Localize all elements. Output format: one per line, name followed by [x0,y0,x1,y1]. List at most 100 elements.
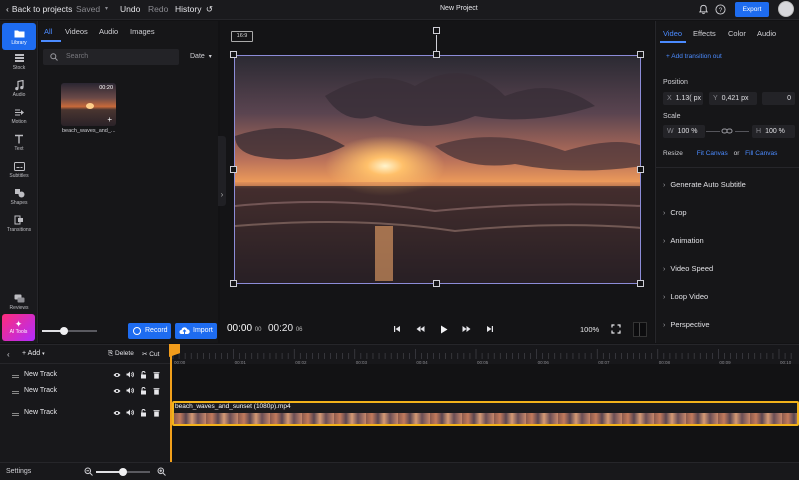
trash-icon[interactable] [152,370,160,379]
rail-item-audio[interactable]: Audio [2,79,36,98]
volume-icon[interactable] [126,386,134,395]
history-button[interactable]: History ↺ [175,4,213,15]
lock-icon[interactable] [139,370,147,379]
rail-item-transitions[interactable]: Transitions [2,214,36,233]
tab-audio[interactable]: Audio [99,27,118,36]
trash-icon[interactable] [152,386,160,395]
user-avatar[interactable] [778,1,794,17]
fill-canvas-link[interactable]: Fill Canvas [745,150,777,157]
collapse-tracks-icon[interactable]: ‹ [7,350,10,359]
resize-handle-top[interactable] [433,51,440,58]
fit-canvas-link[interactable]: Fit Canvas [697,150,728,157]
play-icon[interactable] [440,325,448,334]
section-generate-auto-subtitle[interactable]: › Generate Auto Subtitle [663,180,746,189]
video-clip[interactable]: beach_waves_and_sunset (1080p).mp4 [172,401,799,426]
timeline-zoom-slider[interactable] [96,468,150,476]
rail-item-subtitles[interactable]: Subtitles [2,160,36,179]
tab-images[interactable]: Images [130,27,155,36]
lock-icon[interactable] [139,386,147,395]
drag-handle-icon[interactable] [12,413,19,416]
saved-dropdown-icon[interactable]: ▾ [105,5,108,12]
search-input[interactable]: Search [43,49,179,65]
rewind-icon[interactable] [416,325,425,333]
collapse-panel-handle[interactable]: › [218,136,226,206]
layout-toggle-icon[interactable] [633,322,647,337]
redo-button[interactable]: Redo [148,4,168,14]
media-thumbnail[interactable]: 00:20 + [61,83,116,126]
position-x-field[interactable]: X 1.13( px [663,92,703,105]
delete-button[interactable]: ⎘ Delete [108,350,134,358]
sort-dropdown[interactable]: Date ▾ [190,53,212,60]
link-aspect-icon[interactable] [721,126,733,136]
back-to-projects-button[interactable]: ‹ Back to projects [6,4,72,14]
resize-handle-top-left[interactable] [230,51,237,58]
video-canvas[interactable] [234,55,641,284]
rail-item-shapes[interactable]: Shapes [2,187,36,206]
add-to-timeline-icon[interactable]: + [107,115,112,124]
slider-knob[interactable] [119,468,127,476]
eye-icon[interactable] [113,386,121,395]
resize-handle-right[interactable] [637,166,644,173]
fullscreen-icon[interactable] [611,324,621,334]
volume-icon[interactable] [126,408,134,417]
add-transition-link[interactable]: + Add transition out [666,53,722,60]
track-header[interactable]: New Track [0,369,170,383]
position-y-field[interactable]: Y 0,421 px [709,92,757,105]
fast-forward-icon[interactable] [462,325,471,333]
tab-video[interactable]: Video [663,29,682,38]
slider-knob[interactable] [60,327,68,335]
aspect-ratio-button[interactable]: 16:9 [231,31,253,42]
scale-height-field[interactable]: H 100 % [752,125,795,138]
rail-item-reviews[interactable]: Reviews [2,292,36,311]
resize-handle-top-right[interactable] [637,51,644,58]
section-video-speed[interactable]: › Video Speed [663,264,713,273]
record-button[interactable]: Record [128,323,171,339]
zoom-out-icon[interactable] [84,467,93,476]
tab-videos[interactable]: Videos [65,27,88,36]
section-loop-video[interactable]: › Loop Video [663,292,708,301]
help-icon[interactable]: ? [715,4,726,15]
export-button[interactable]: Export [735,2,769,17]
undo-button[interactable]: Undo [120,4,140,14]
import-button[interactable]: Import [175,323,217,339]
scale-width-field[interactable]: W 100 % [663,125,705,138]
track-header[interactable]: New Track [0,407,170,421]
tab-audio[interactable]: Audio [757,29,776,38]
add-track-button[interactable]: + Add ▾ [22,350,45,357]
rail-item-stock[interactable]: Stock [2,52,36,71]
preview-zoom-level[interactable]: 100% [580,325,599,334]
tab-all[interactable]: All [44,27,52,36]
resize-handle-left[interactable] [230,166,237,173]
drag-handle-icon[interactable] [12,375,19,378]
track-header[interactable]: New Track [0,385,170,399]
timeline-ruler[interactable]: 00:00 00:01 00:02 00:03 00:04 00:05 00:06 00:07… [171,344,799,365]
resize-handle-bottom[interactable] [433,280,440,287]
rail-item-text[interactable]: Text [2,133,36,152]
volume-icon[interactable] [126,370,134,379]
drag-handle-icon[interactable] [12,391,19,394]
zoom-in-icon[interactable] [157,467,166,476]
rail-item-library[interactable]: Library [2,23,36,50]
tab-effects[interactable]: Effects [693,29,716,38]
playhead[interactable] [170,344,172,480]
notifications-bell-icon[interactable] [698,4,709,15]
cut-button[interactable]: ✂ Cut [142,350,159,358]
section-animation[interactable]: › Animation [663,236,704,245]
section-crop[interactable]: › Crop [663,208,687,217]
resize-handle-bottom-right[interactable] [637,280,644,287]
resize-handle-bottom-left[interactable] [230,280,237,287]
settings-button[interactable]: Settings [6,468,31,475]
ai-tools-button[interactable]: ✦ AI Tools [2,314,35,341]
lock-icon[interactable] [139,408,147,417]
section-perspective[interactable]: › Perspective [663,320,710,329]
rail-item-motion[interactable]: Motion [2,106,36,125]
skip-to-end-icon[interactable] [486,325,494,333]
eye-icon[interactable] [113,370,121,379]
eye-icon[interactable] [113,408,121,417]
rotation-field[interactable]: 0 [762,92,795,105]
rotate-handle[interactable] [433,27,440,34]
skip-to-start-icon[interactable] [393,325,401,333]
library-zoom-slider[interactable] [42,327,97,335]
tab-color[interactable]: Color [728,29,746,38]
trash-icon[interactable] [152,408,160,417]
